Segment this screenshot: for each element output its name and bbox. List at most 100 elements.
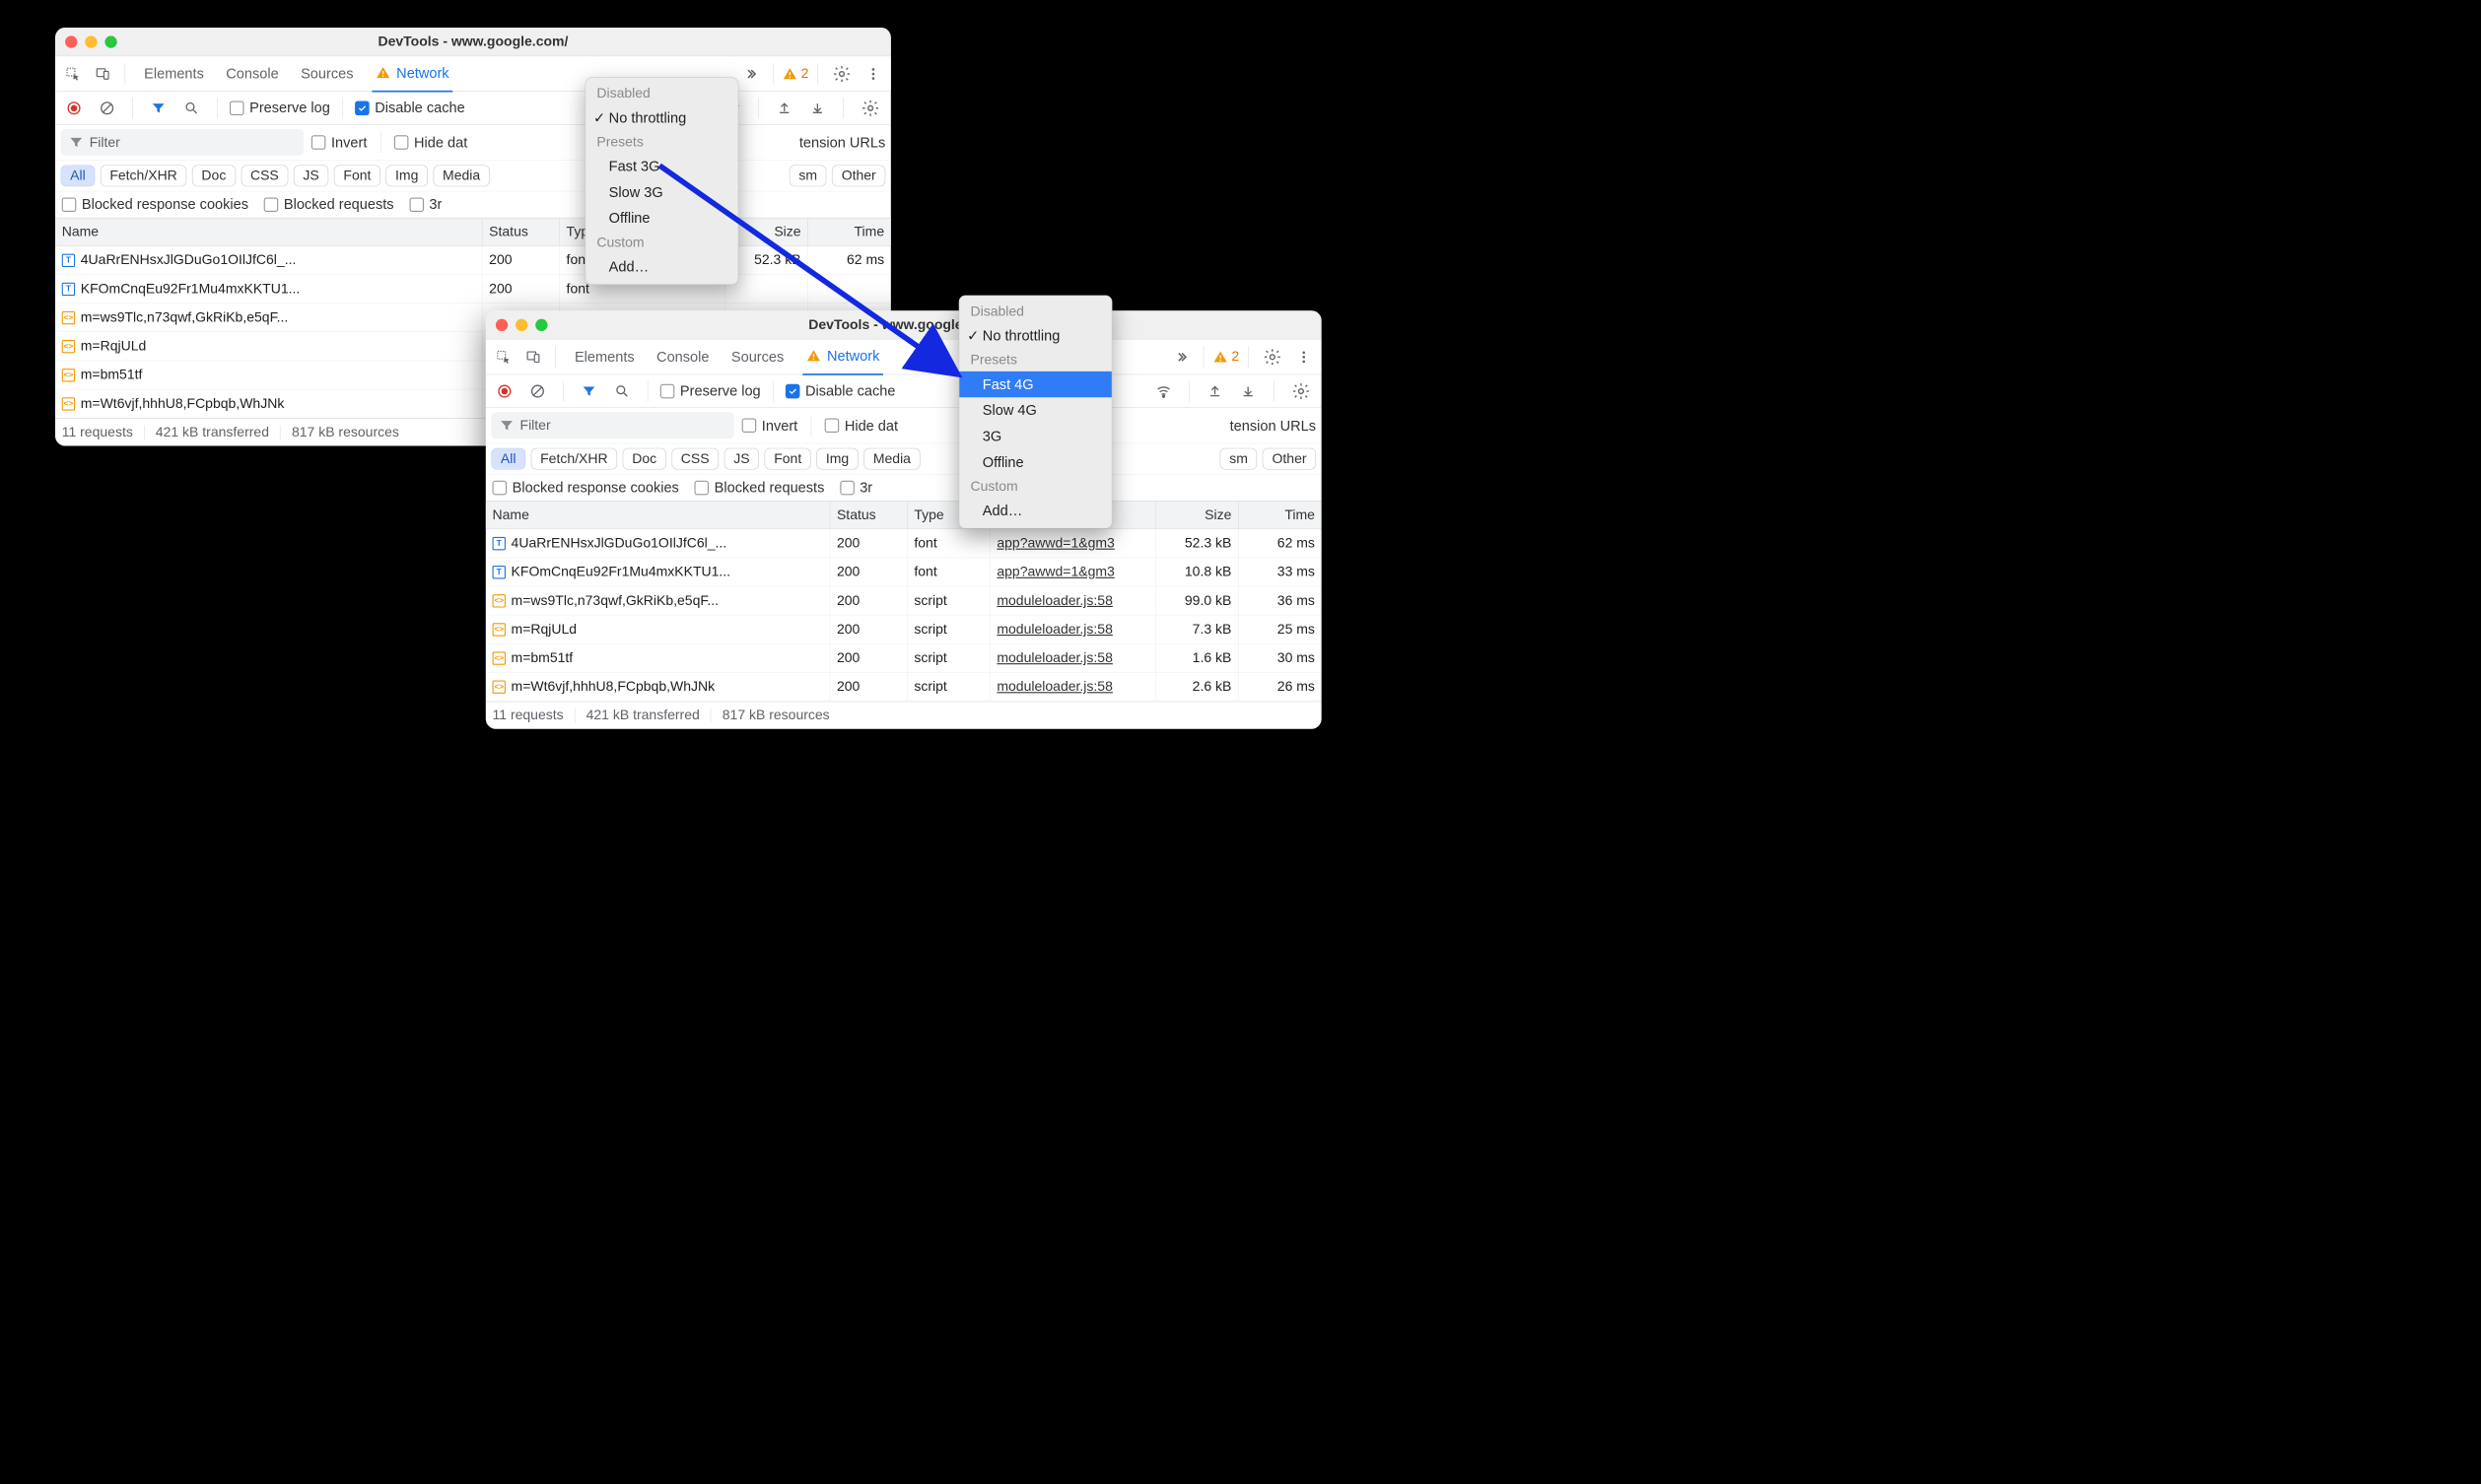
col-time[interactable]: Time	[808, 219, 891, 245]
settings-icon[interactable]	[1258, 346, 1287, 368]
table-row[interactable]: T4UaRrENHsxJlGDuGo1OIlJfC6l_... 200 font…	[486, 529, 1322, 558]
cell-initiator[interactable]: moduleloader.js:58	[991, 615, 1156, 643]
upload-icon[interactable]	[771, 97, 797, 118]
blocked-cookies-checkbox[interactable]: Blocked response cookies	[493, 479, 679, 496]
cell-initiator[interactable]: moduleloader.js:58	[991, 644, 1156, 673]
dropdown-item[interactable]: Offline	[959, 449, 1112, 475]
table-row[interactable]: <>m=RqjULd 200 script moduleloader.js:58…	[486, 615, 1322, 643]
kebab-menu-icon[interactable]	[860, 63, 886, 85]
blocked-cookies-checkbox[interactable]: Blocked response cookies	[62, 196, 248, 213]
chip-fetchxhr[interactable]: Fetch/XHR	[101, 165, 187, 186]
cell-initiator[interactable]: moduleloader.js:58	[991, 673, 1156, 702]
table-row[interactable]: <>m=ws9Tlc,n73qwf,GkRiKb,e5qF... 200 scr…	[486, 586, 1322, 615]
chip-media[interactable]: Media	[863, 448, 920, 470]
throttling-dropdown[interactable]: Disabled✓No throttlingPresetsFast 3GSlow…	[586, 77, 739, 285]
chip-other[interactable]: Other	[832, 165, 885, 186]
panel-settings-icon[interactable]	[856, 97, 885, 118]
more-tabs-icon[interactable]	[1168, 346, 1195, 368]
cell-initiator[interactable]: app?awwd=1&gm3	[991, 529, 1156, 558]
filter-input[interactable]: Filter	[491, 412, 733, 438]
clear-icon[interactable]	[94, 97, 120, 118]
dropdown-item[interactable]: Add…	[959, 498, 1112, 523]
disable-cache-checkbox[interactable]: Disable cache	[355, 100, 465, 116]
window-maximize-button[interactable]	[104, 35, 116, 47]
filter-input[interactable]: Filter	[61, 129, 304, 156]
more-tabs-icon[interactable]	[737, 63, 764, 85]
chip-other[interactable]: Other	[1263, 448, 1316, 470]
chip-img[interactable]: Img	[386, 165, 428, 186]
throttling-dropdown[interactable]: Disabled✓No throttlingPresetsFast 4GSlow…	[959, 296, 1113, 529]
cell-initiator[interactable]: app?awwd=1&gm3	[991, 558, 1156, 586]
kebab-menu-icon[interactable]	[1290, 346, 1317, 368]
clear-icon[interactable]	[524, 380, 551, 402]
blocked-3rd-checkbox[interactable]: 3r	[409, 196, 442, 213]
chip-js[interactable]: JS	[724, 448, 759, 470]
col-size[interactable]: Size	[1156, 502, 1239, 528]
window-minimize-button[interactable]	[85, 35, 97, 47]
col-name[interactable]: Name	[55, 219, 482, 245]
dropdown-item[interactable]: Slow 4G	[959, 397, 1112, 423]
hide-data-checkbox[interactable]: Hide dat	[825, 417, 898, 434]
device-toolbar-icon[interactable]	[520, 346, 547, 368]
chip-font[interactable]: Font	[334, 165, 380, 186]
record-button[interactable]	[61, 97, 88, 118]
col-time[interactable]: Time	[1239, 502, 1322, 528]
inspect-element-icon[interactable]	[59, 63, 86, 85]
chip-sm-cut[interactable]: sm	[1220, 448, 1258, 470]
dropdown-item[interactable]: Fast 3G	[586, 154, 738, 179]
chip-media[interactable]: Media	[434, 165, 490, 186]
inspect-element-icon[interactable]	[490, 346, 517, 368]
chip-all[interactable]: All	[61, 165, 96, 186]
col-status[interactable]: Status	[482, 219, 559, 245]
record-button[interactable]	[491, 380, 517, 402]
download-icon[interactable]	[1235, 380, 1262, 402]
dropdown-item[interactable]: Slow 3G	[586, 179, 738, 205]
invert-checkbox[interactable]: Invert	[742, 417, 798, 434]
download-icon[interactable]	[804, 97, 831, 118]
search-icon[interactable]	[609, 380, 636, 402]
chip-css[interactable]: CSS	[241, 165, 288, 186]
cell-initiator[interactable]: moduleloader.js:58	[991, 586, 1156, 615]
blocked-3rd-checkbox[interactable]: 3r	[840, 479, 872, 496]
table-row[interactable]: TKFOmCnqEu92Fr1Mu4mxKKTU1... 200 font	[55, 275, 891, 304]
filter-icon[interactable]	[576, 380, 602, 402]
disable-cache-checkbox[interactable]: Disable cache	[786, 382, 896, 399]
hide-data-checkbox[interactable]: Hide dat	[394, 134, 467, 151]
dropdown-item[interactable]: ✓No throttling	[586, 104, 738, 130]
col-status[interactable]: Status	[830, 502, 907, 528]
warning-badge[interactable]: 2	[783, 66, 809, 82]
wifi-icon[interactable]	[1150, 380, 1177, 402]
tab-network[interactable]: Network	[373, 55, 452, 92]
dropdown-item[interactable]: Fast 4G	[959, 371, 1112, 397]
tab-console[interactable]: Console	[654, 339, 713, 375]
blocked-requests-checkbox[interactable]: Blocked requests	[264, 196, 394, 213]
invert-checkbox[interactable]: Invert	[311, 134, 368, 151]
dropdown-item[interactable]: Offline	[586, 205, 738, 231]
chip-css[interactable]: CSS	[671, 448, 719, 470]
preserve-log-checkbox[interactable]: Preserve log	[230, 100, 330, 116]
upload-icon[interactable]	[1202, 380, 1228, 402]
table-row[interactable]: <>m=Wt6vjf,hhhU8,FCpbqb,WhJNk 200 script…	[486, 673, 1322, 702]
table-row[interactable]: T4UaRrENHsxJlGDuGo1OIlJfC6l_... 200 font…	[55, 246, 891, 275]
window-close-button[interactable]	[65, 35, 77, 47]
tab-console[interactable]: Console	[223, 55, 282, 92]
chip-js[interactable]: JS	[294, 165, 328, 186]
tab-sources[interactable]: Sources	[728, 339, 788, 375]
col-name[interactable]: Name	[486, 502, 830, 528]
dropdown-item[interactable]: 3G	[959, 424, 1112, 449]
chip-doc[interactable]: Doc	[623, 448, 666, 470]
settings-icon[interactable]	[827, 63, 857, 85]
window-maximize-button[interactable]	[535, 318, 547, 330]
panel-settings-icon[interactable]	[1286, 380, 1316, 402]
chip-img[interactable]: Img	[816, 448, 858, 470]
tab-network[interactable]: Network	[802, 339, 882, 375]
dropdown-item[interactable]: ✓No throttling	[959, 323, 1112, 349]
preserve-log-checkbox[interactable]: Preserve log	[660, 382, 761, 399]
search-icon[interactable]	[178, 97, 205, 118]
table-row[interactable]: TKFOmCnqEu92Fr1Mu4mxKKTU1... 200 font ap…	[486, 558, 1322, 586]
window-close-button[interactable]	[496, 318, 508, 330]
tab-elements[interactable]: Elements	[141, 55, 207, 92]
dropdown-item[interactable]: Add…	[586, 254, 738, 280]
warning-badge[interactable]: 2	[1212, 349, 1239, 365]
window-minimize-button[interactable]	[516, 318, 527, 330]
